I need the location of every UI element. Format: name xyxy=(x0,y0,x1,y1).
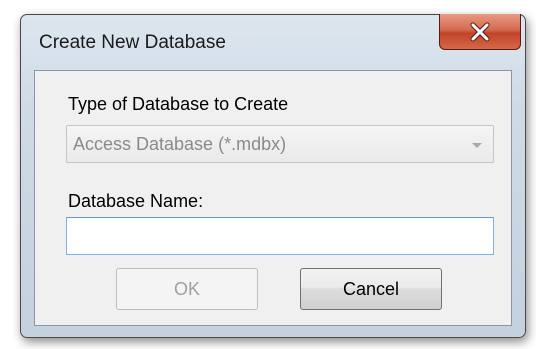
close-button[interactable] xyxy=(439,14,521,50)
database-type-select[interactable]: Access Database (*.mdbx) xyxy=(66,125,494,163)
create-database-dialog: Create New Database Type of Database to … xyxy=(20,14,526,338)
dialog-body: Type of Database to Create Access Databa… xyxy=(34,70,512,326)
dialog-title: Create New Database xyxy=(39,32,226,53)
title-bar[interactable]: Create New Database xyxy=(21,14,525,67)
close-icon xyxy=(470,22,490,41)
database-name-label: Database Name: xyxy=(68,191,204,211)
ok-button[interactable]: OK xyxy=(116,268,258,310)
database-type-label: Type of Database to Create xyxy=(68,94,289,114)
database-name-input[interactable] xyxy=(66,217,494,255)
chevron-down-icon[interactable] xyxy=(472,143,482,148)
cancel-button[interactable]: Cancel xyxy=(300,268,442,310)
database-type-value: Access Database (*.mdbx) xyxy=(73,134,287,154)
